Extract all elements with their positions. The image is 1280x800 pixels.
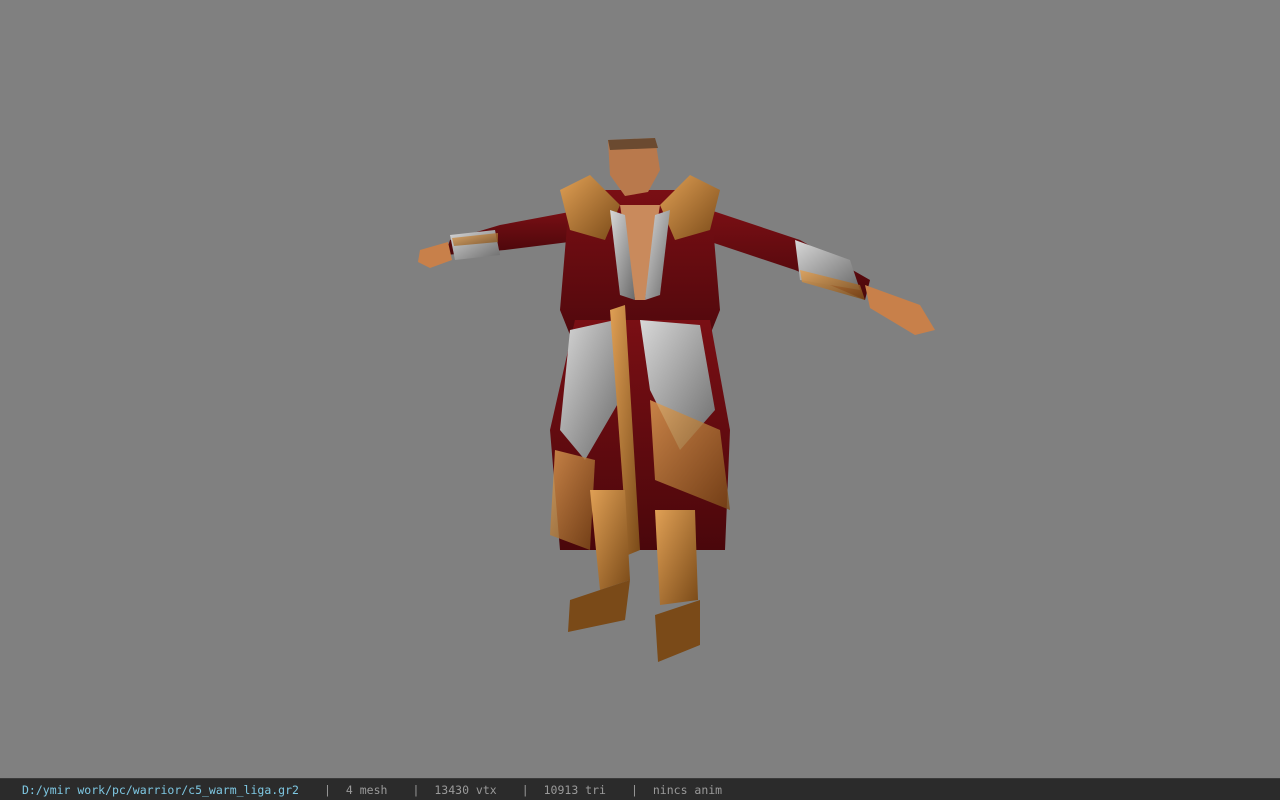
character-model[interactable]: [410, 130, 950, 675]
separator: |: [630, 782, 638, 797]
right-arm: [705, 210, 935, 335]
separator: |: [323, 782, 331, 797]
separator: |: [521, 782, 529, 797]
triangle-count-label: 10913 tri: [543, 782, 606, 797]
head: [608, 138, 660, 196]
3d-viewport[interactable]: [0, 0, 1280, 778]
status-bar: D:/ymir work/pc/warrior/c5_warm_liga.gr2…: [0, 778, 1280, 800]
vertex-count-label: 13430 vtx: [434, 782, 497, 797]
left-arm: [418, 210, 585, 268]
file-path-label: D:/ymir work/pc/warrior/c5_warm_liga.gr2: [22, 782, 299, 797]
mesh-count-label: 4 mesh: [345, 782, 388, 797]
coat-skirt: [550, 305, 730, 555]
animation-status-label: nincs anim: [652, 782, 723, 797]
separator: |: [412, 782, 420, 797]
